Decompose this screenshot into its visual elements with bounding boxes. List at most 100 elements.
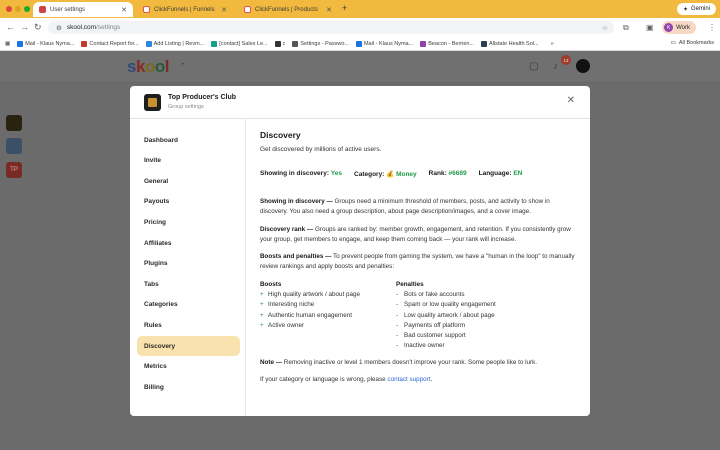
nav-item-dashboard[interactable]: Dashboard	[137, 130, 240, 150]
bell-icon[interactable]: ♪	[553, 61, 558, 72]
settings-sidebar: Dashboard Invite General Payouts Pricing Affi…	[130, 119, 246, 416]
bookmark-favicon-icon	[81, 40, 88, 47]
bookmark-item[interactable]: Allstate Health Sol...	[481, 40, 539, 47]
bookmark-favicon-icon	[17, 40, 24, 47]
minus-icon: -	[396, 311, 399, 319]
url-host: skool.com	[66, 24, 97, 31]
nav-item-general[interactable]: General	[137, 171, 240, 191]
nav-item-invite[interactable]: Invite	[137, 151, 240, 171]
close-tab-icon[interactable]: ✕	[121, 6, 127, 14]
penalties-list: Penalties - Bots or fake accounts - Spam or…	[396, 280, 546, 352]
group-switcher-chevron-icon[interactable]: ⌃	[180, 62, 186, 70]
contact-support-link[interactable]: contact support	[387, 376, 430, 383]
minimize-window-dot[interactable]	[15, 6, 21, 12]
profile-button[interactable]: K Work	[662, 21, 696, 34]
tab-label: ClickFunnels | Products	[255, 6, 318, 13]
user-avatar[interactable]	[576, 59, 590, 73]
penaltie-item: - Spam or low quality engagement	[396, 300, 546, 310]
maximize-window-dot[interactable]	[24, 6, 30, 12]
nav-item-rules[interactable]: Rules	[137, 315, 240, 335]
plus-icon: +	[260, 301, 264, 309]
folder-icon: ▭	[670, 40, 676, 46]
more-bookmarks-chevron-icon[interactable]: »	[551, 41, 554, 47]
nav-item-plugins[interactable]: Plugins	[137, 254, 240, 274]
minus-icon: -	[396, 321, 399, 329]
all-bookmarks-button[interactable]: ▭ All Bookmarks	[671, 40, 714, 46]
bookmark-favicon-icon	[145, 40, 152, 47]
nav-item-discovery[interactable]: Discovery	[137, 336, 240, 356]
gemini-button[interactable]: ✦ Gemini	[676, 3, 716, 15]
profile-avatar: K	[664, 23, 674, 32]
bookmark-favicon-icon	[292, 40, 299, 47]
nav-item-metrics[interactable]: Metrics	[137, 357, 240, 377]
chat-icon[interactable]: ▢	[529, 61, 538, 72]
extensions-icon[interactable]: ⧉	[623, 23, 629, 33]
nav-item-payouts[interactable]: Payouts	[137, 192, 240, 212]
clickfunnels-favicon-icon	[244, 6, 251, 13]
bookmark-item[interactable]: c	[274, 40, 285, 47]
bookmark-item[interactable]: [contact] Sales Le...	[211, 40, 268, 47]
bookmark-favicon-icon	[481, 40, 488, 47]
close-tab-icon[interactable]: ✕	[221, 6, 227, 14]
showing-paragraph: Showing in discovery — Groups need a min…	[260, 198, 550, 215]
boosts-title: Boosts	[260, 281, 282, 288]
minus-icon: -	[396, 301, 399, 309]
nav-item-tabs[interactable]: Tabs	[137, 274, 240, 294]
site-info-icon[interactable]: ⚙	[56, 24, 62, 32]
close-window-dot[interactable]	[6, 6, 12, 12]
group-name: Top Producer's Club	[168, 94, 237, 101]
close-tab-icon[interactable]: ✕	[326, 6, 332, 14]
plus-icon: +	[260, 321, 264, 329]
bookmark-item[interactable]: Beacon - Berrien...	[420, 40, 474, 47]
penaltie-item: - Payments off platform	[396, 321, 546, 331]
reload-icon[interactable]: ↻	[34, 22, 42, 33]
section-title: Discovery	[260, 130, 301, 140]
bookmark-item[interactable]: Mail - Klaus Nyma...	[17, 40, 74, 47]
tab-label: ClickFunnels | Funnels	[154, 6, 215, 13]
browser-tab-products[interactable]: ClickFunnels | Products ✕	[238, 2, 338, 17]
side-panel-icon[interactable]: ▣	[646, 23, 654, 32]
bookmark-item[interactable]: Settings - Passwo...	[292, 40, 349, 47]
group-tile-1[interactable]	[6, 115, 22, 131]
discovery-status-row: Showing in discovery: Yes Category: 💰 Mo…	[260, 170, 523, 178]
nav-item-categories[interactable]: Categories	[137, 295, 240, 315]
new-tab-plus-icon[interactable]: +	[342, 3, 347, 13]
browser-tab-user-settings[interactable]: User settings ✕	[33, 2, 133, 17]
skool-logo[interactable]: skool	[127, 57, 169, 77]
tab-label: User settings	[50, 6, 86, 13]
back-arrow-icon[interactable]: ←	[6, 22, 15, 32]
modal-header: Top Producer's Club Group settings ✕	[130, 86, 590, 119]
rank-value: #6689	[448, 170, 467, 177]
penaltie-item: - Low quality artwork / about page	[396, 311, 546, 321]
nav-item-billing[interactable]: Billing	[137, 377, 240, 397]
group-tile-2[interactable]	[6, 138, 22, 154]
penalties-title: Penalties	[396, 281, 424, 288]
group-settings-modal: Top Producer's Club Group settings ✕ Das…	[130, 86, 590, 416]
group-logo	[144, 94, 161, 111]
kebab-menu-icon[interactable]: ⋮	[708, 23, 716, 32]
boost-item: + High quality artwork / about page	[260, 290, 410, 300]
nav-item-pricing[interactable]: Pricing	[137, 212, 240, 232]
address-bar[interactable]: ⚙ skool.com/settings ☆	[48, 21, 614, 34]
forward-arrow-icon[interactable]: →	[20, 22, 29, 32]
bookmarks-bar: ▦ Mail - Klaus Nyma... Contact Report for…	[0, 37, 720, 51]
app-header: skool ⌃ ▢ ♪ 13	[0, 51, 720, 83]
close-modal-icon[interactable]: ✕	[567, 96, 575, 106]
bookmark-favicon-icon	[274, 40, 281, 47]
showing-value: Yes	[330, 170, 343, 177]
group-tile-tp[interactable]: TP	[6, 162, 22, 178]
bookmark-star-icon[interactable]: ☆	[602, 24, 608, 32]
url-path: /settings	[96, 24, 121, 31]
boost-item: + Authentic human engagement	[260, 311, 410, 321]
bookmark-item[interactable]: Contact Report for...	[81, 40, 139, 47]
plus-icon: +	[260, 311, 264, 319]
bookmark-item[interactable]: Mail - Klaus Nyma...	[355, 40, 413, 47]
clickfunnels-favicon-icon	[143, 6, 150, 13]
browser-tab-funnels[interactable]: ClickFunnels | Funnels ✕	[137, 2, 233, 17]
category-value: 💰 Money	[386, 171, 417, 178]
nav-item-affiliates[interactable]: Affiliates	[137, 233, 240, 253]
boosts-list: Boosts + High quality artwork / about pag…	[260, 280, 410, 331]
boost-item: + Active owner	[260, 321, 410, 331]
skool-favicon-icon	[39, 6, 46, 13]
bookmark-item[interactable]: Add Listing | Revm...	[145, 40, 204, 47]
